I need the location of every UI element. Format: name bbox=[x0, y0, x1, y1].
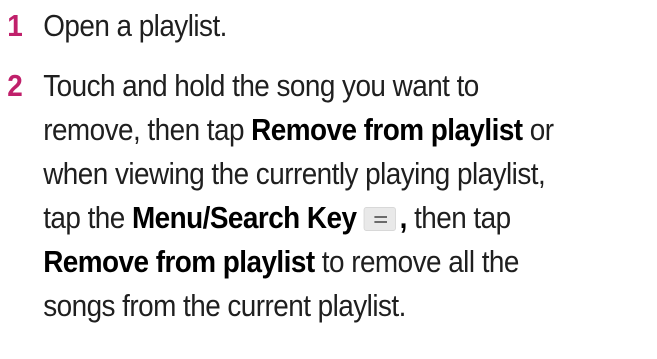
step-line: remove, then tap Remove from playlist or bbox=[43, 108, 554, 152]
step-number: 2 bbox=[7, 68, 23, 103]
text-run: remove, then tap bbox=[43, 112, 252, 147]
step-line: Open a playlist. bbox=[43, 8, 227, 43]
text-run: then tap bbox=[406, 200, 511, 235]
step-line: when viewing the currently playing playl… bbox=[43, 156, 546, 191]
step-line: Touch and hold the song you want to bbox=[43, 68, 479, 103]
step-number: 1 bbox=[7, 8, 23, 43]
menu-icon bbox=[363, 207, 397, 231]
step-text: Touch and hold the song you want to remo… bbox=[43, 64, 554, 328]
comma: , bbox=[399, 200, 408, 235]
step-text: Open a playlist. bbox=[43, 4, 227, 48]
instructions: 1 Open a playlist. 2 Touch and hold the … bbox=[0, 0, 657, 359]
step-line: Remove from playlist to remove all the bbox=[43, 240, 553, 284]
remove-from-playlist-label: Remove from playlist bbox=[251, 112, 523, 147]
text-run: tap the bbox=[43, 200, 132, 235]
remove-from-playlist-label: Remove from playlist bbox=[43, 244, 315, 279]
step-line: songs from the current playlist. bbox=[43, 288, 406, 323]
menu-search-key-label: Menu/Search Key bbox=[131, 200, 357, 235]
step-line: tap the Menu/Search Key, then tap bbox=[43, 196, 553, 240]
text-run: to remove all the bbox=[314, 244, 520, 279]
text-run: or bbox=[522, 112, 554, 147]
